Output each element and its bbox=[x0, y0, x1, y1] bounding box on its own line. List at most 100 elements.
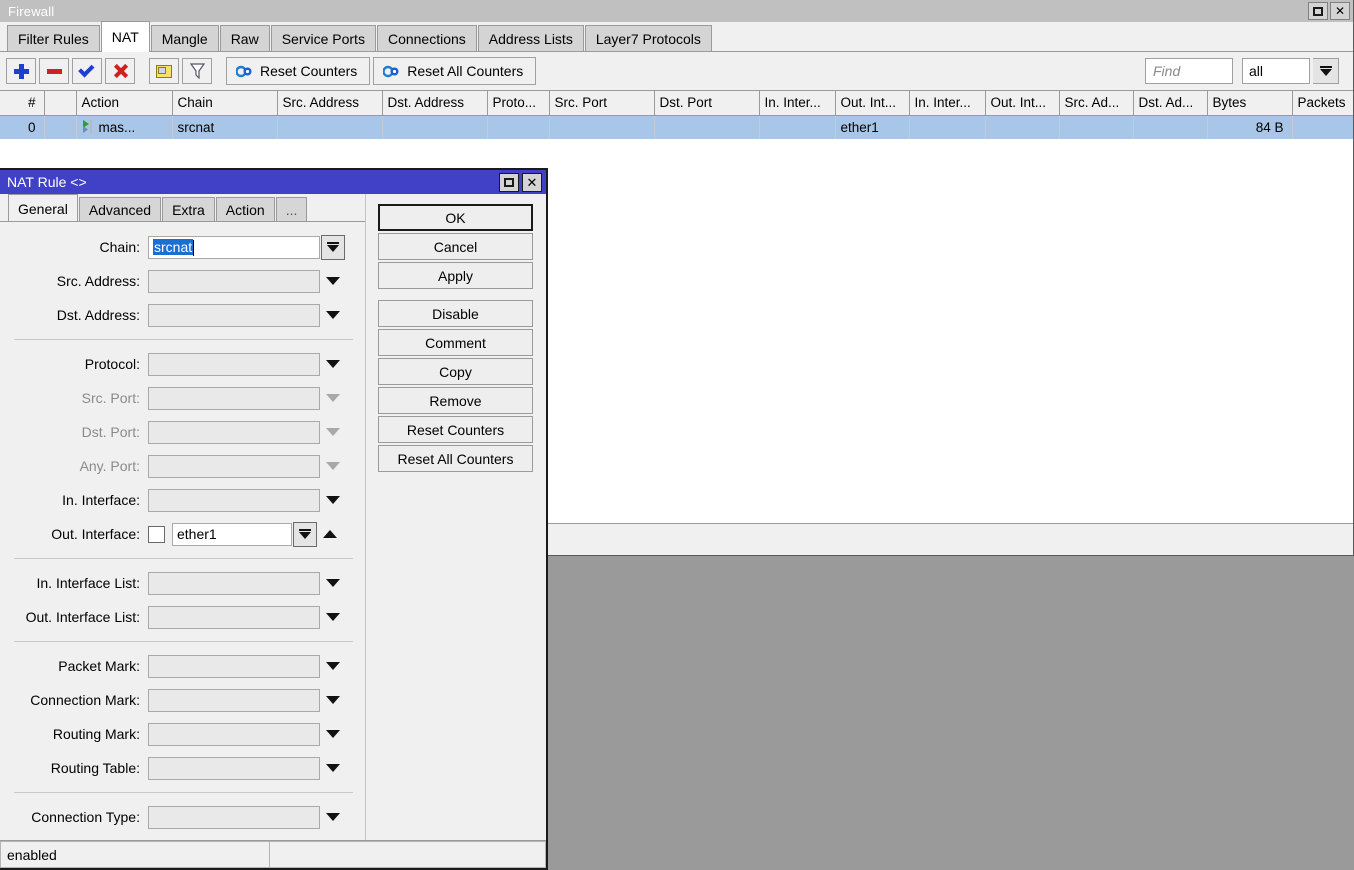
column-header-bytes[interactable]: Bytes bbox=[1207, 91, 1292, 115]
packet-mark-dropdown-button[interactable] bbox=[320, 662, 346, 670]
column-header-chain[interactable]: Chain bbox=[172, 91, 277, 115]
column-header-in-interface[interactable]: In. Inter... bbox=[759, 91, 835, 115]
enable-button[interactable] bbox=[72, 58, 102, 84]
copy-button[interactable]: Copy bbox=[378, 358, 533, 385]
column-header-dst-address[interactable]: Dst. Address bbox=[382, 91, 487, 115]
field-row-dst-port: Dst. Port: bbox=[0, 415, 365, 449]
routing-mark-dropdown-button[interactable] bbox=[320, 730, 346, 738]
column-header-dst-address-list[interactable]: Dst. Ad... bbox=[1133, 91, 1207, 115]
tab-advanced[interactable]: Advanced bbox=[79, 197, 161, 222]
in-interface-list-dropdown-button[interactable] bbox=[320, 579, 346, 587]
disable-button[interactable]: Disable bbox=[378, 300, 533, 327]
routing-mark-label: Routing Mark: bbox=[0, 726, 148, 742]
chevron-down-icon bbox=[299, 529, 311, 539]
connection-mark-input[interactable] bbox=[148, 689, 320, 712]
close-button[interactable]: ✕ bbox=[1330, 2, 1350, 20]
disable-button[interactable] bbox=[105, 58, 135, 84]
in-interface-list-input[interactable] bbox=[148, 572, 320, 595]
column-header-out-interface[interactable]: Out. Int... bbox=[835, 91, 909, 115]
column-header-src-port[interactable]: Src. Port bbox=[549, 91, 654, 115]
src-address-dropdown-button[interactable] bbox=[320, 277, 346, 285]
remove-button[interactable] bbox=[39, 58, 69, 84]
reset-all-counters-button[interactable]: Reset All Counters bbox=[373, 57, 536, 85]
column-header-src-address-list[interactable]: Src. Ad... bbox=[1059, 91, 1133, 115]
comment-button[interactable] bbox=[149, 58, 179, 84]
out-interface-list-label: Out. Interface List: bbox=[0, 609, 148, 625]
column-header-protocol[interactable]: Proto... bbox=[487, 91, 549, 115]
dst-address-input[interactable] bbox=[148, 304, 320, 327]
connection-type-input[interactable] bbox=[148, 806, 320, 829]
search-input[interactable]: Find bbox=[1145, 58, 1233, 84]
tab-extra[interactable]: Extra bbox=[162, 197, 215, 222]
column-header-dst-port[interactable]: Dst. Port bbox=[654, 91, 759, 115]
tab-address-lists[interactable]: Address Lists bbox=[478, 25, 584, 51]
maximize-button[interactable] bbox=[1308, 2, 1328, 20]
dst-address-label: Dst. Address: bbox=[0, 307, 148, 323]
connection-mark-dropdown-button[interactable] bbox=[320, 696, 346, 704]
protocol-input[interactable] bbox=[148, 353, 320, 376]
out-interface-negate-checkbox[interactable] bbox=[148, 526, 165, 543]
nat-rule-dialog: NAT Rule <> ✕ General Advanced Extra Act… bbox=[0, 168, 548, 870]
column-header-src-address[interactable]: Src. Address bbox=[277, 91, 382, 115]
any-port-input bbox=[148, 455, 320, 478]
tab-raw[interactable]: Raw bbox=[220, 25, 270, 51]
dst-address-dropdown-button[interactable] bbox=[320, 311, 346, 319]
tab-action[interactable]: Action bbox=[216, 197, 275, 222]
column-header-flag[interactable] bbox=[44, 91, 76, 115]
tab-connections[interactable]: Connections bbox=[377, 25, 477, 51]
out-interface-input[interactable]: ether1 bbox=[172, 523, 292, 546]
column-header-in-interface-list[interactable]: In. Inter... bbox=[909, 91, 985, 115]
tab-more[interactable]: ... bbox=[276, 197, 308, 222]
out-interface-dropdown-button[interactable] bbox=[293, 522, 317, 547]
column-header-out-interface-list[interactable]: Out. Int... bbox=[985, 91, 1059, 115]
filter-button[interactable] bbox=[182, 58, 212, 84]
routing-mark-input[interactable] bbox=[148, 723, 320, 746]
src-address-label: Src. Address: bbox=[0, 273, 148, 289]
status-secondary bbox=[270, 841, 546, 868]
column-header-num[interactable]: # bbox=[0, 91, 44, 115]
cell-num: 0 bbox=[0, 115, 44, 139]
out-interface-list-input[interactable] bbox=[148, 606, 320, 629]
in-interface-input[interactable] bbox=[148, 489, 320, 512]
protocol-dropdown-button[interactable] bbox=[320, 360, 346, 368]
filter-scope-value[interactable]: all bbox=[1242, 58, 1310, 84]
reset-counters-label: Reset Counters bbox=[260, 63, 357, 79]
reset-counters-button[interactable]: Reset Counters bbox=[378, 416, 533, 443]
ok-button[interactable]: OK bbox=[378, 204, 533, 231]
routing-table-input[interactable] bbox=[148, 757, 320, 780]
cancel-button[interactable]: Cancel bbox=[378, 233, 533, 260]
chevron-down-icon bbox=[326, 813, 340, 821]
table-row[interactable]: 0 mas... bbox=[0, 115, 1353, 139]
apply-button[interactable]: Apply bbox=[378, 262, 533, 289]
comment-button[interactable]: Comment bbox=[378, 329, 533, 356]
reset-counters-button[interactable]: Reset Counters bbox=[226, 57, 370, 85]
connection-type-dropdown-button[interactable] bbox=[320, 813, 346, 821]
column-header-action[interactable]: Action bbox=[76, 91, 172, 115]
reset-all-counters-button[interactable]: Reset All Counters bbox=[378, 445, 533, 472]
tab-mangle[interactable]: Mangle bbox=[151, 25, 219, 51]
filter-scope-dropdown-button[interactable] bbox=[1313, 58, 1339, 84]
firewall-tabstrip: Filter Rules NAT Mangle Raw Service Port… bbox=[0, 22, 1353, 52]
packet-mark-input[interactable] bbox=[148, 655, 320, 678]
tab-service-ports[interactable]: Service Ports bbox=[271, 25, 376, 51]
dialog-close-button[interactable]: ✕ bbox=[522, 173, 542, 192]
routing-table-dropdown-button[interactable] bbox=[320, 764, 346, 772]
column-header-packets[interactable]: Packets bbox=[1292, 91, 1353, 115]
dialog-maximize-button[interactable] bbox=[499, 173, 519, 192]
src-address-input[interactable] bbox=[148, 270, 320, 293]
tab-layer7-protocols[interactable]: Layer7 Protocols bbox=[585, 25, 712, 51]
cell-packets: 1 bbox=[1292, 115, 1353, 139]
in-interface-dropdown-button[interactable] bbox=[320, 496, 346, 504]
add-button[interactable] bbox=[6, 58, 36, 84]
chain-input[interactable]: srcnat bbox=[148, 236, 320, 259]
out-interface-list-dropdown-button[interactable] bbox=[320, 613, 346, 621]
remove-button[interactable]: Remove bbox=[378, 387, 533, 414]
tab-nat[interactable]: NAT bbox=[101, 21, 150, 52]
field-row-dst-address: Dst. Address: bbox=[0, 298, 365, 332]
tab-general[interactable]: General bbox=[8, 194, 78, 222]
window-titlebar: Firewall ✕ bbox=[0, 0, 1353, 22]
tab-filter-rules[interactable]: Filter Rules bbox=[7, 25, 100, 51]
cell-chain: srcnat bbox=[172, 115, 277, 139]
chain-dropdown-button[interactable] bbox=[321, 235, 345, 260]
out-interface-collapse-button[interactable] bbox=[317, 530, 343, 538]
